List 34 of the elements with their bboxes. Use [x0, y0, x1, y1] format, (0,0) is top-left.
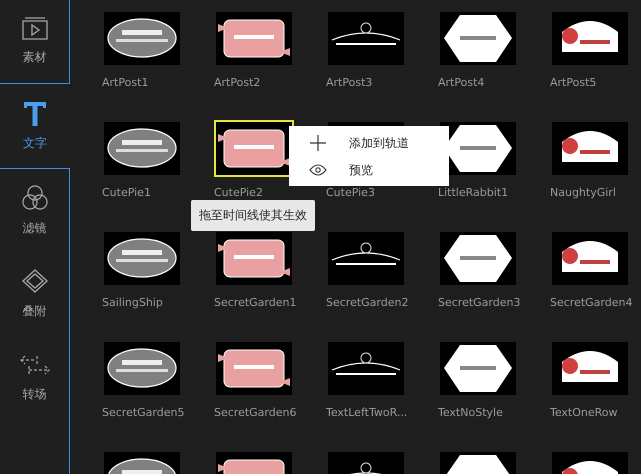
template-label: SecretGarden3	[438, 296, 520, 309]
template-label: SecretGarden5	[102, 406, 184, 419]
template-label: SecretGarden2	[326, 296, 408, 309]
eye-icon	[309, 164, 327, 176]
text-icon	[23, 100, 47, 126]
template-label: CutePie3	[326, 186, 375, 199]
tooltip: 拖至时间线使其生效	[191, 200, 315, 231]
template-label: ArtPost2	[214, 76, 260, 89]
sidebar-tab[interactable]: 素材	[0, 0, 70, 84]
template-label: TextOneRow	[550, 406, 618, 419]
sidebar-tab[interactable]: 滤镜	[0, 168, 70, 252]
filter-icon	[20, 184, 48, 212]
template-label: SecretGarden6	[214, 406, 296, 419]
template-label: CutePie1	[102, 186, 151, 199]
template-label: ArtPost5	[550, 76, 596, 89]
template-label: TextNoStyle	[438, 406, 503, 419]
sidebar-tab[interactable]: 叠附	[0, 252, 70, 336]
template-label: LittleRabbit1	[438, 186, 508, 199]
layers-icon	[20, 268, 48, 294]
template-label: SailingShip	[102, 296, 163, 309]
template-label: NaughtyGirl	[550, 186, 616, 199]
sidebar-tab[interactable]: 转场	[0, 336, 70, 420]
menu-item[interactable]: 预览	[289, 156, 449, 183]
template-label: ArtPost3	[326, 76, 372, 89]
template-label: SecretGarden1	[214, 296, 296, 309]
menu-item[interactable]: 添加到轨道	[289, 129, 449, 156]
video-icon	[20, 17, 48, 41]
template-label: ArtPost1	[102, 76, 148, 89]
plus-icon	[309, 134, 327, 150]
sidebar-tab[interactable]: 文字	[0, 84, 70, 168]
template-label: CutePie2	[214, 186, 263, 199]
template-label: TextLeftTwoR...	[326, 406, 408, 419]
template-label: SecretGarden4	[550, 296, 632, 309]
template-label: ArtPost4	[438, 76, 484, 89]
